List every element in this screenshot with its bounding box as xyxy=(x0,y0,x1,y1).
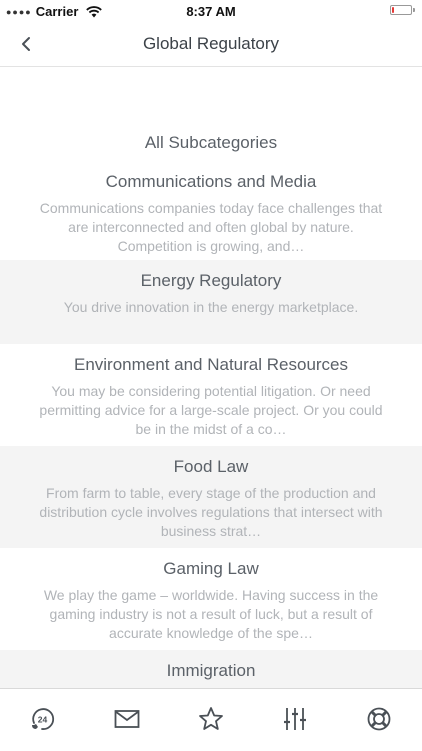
battery-icon xyxy=(390,5,415,15)
mail-icon xyxy=(114,710,140,728)
list-item-title: Gaming Law xyxy=(163,559,259,578)
sliders-icon xyxy=(284,708,306,730)
lifebuoy-icon xyxy=(367,707,391,731)
list-item-title: Immigration xyxy=(166,661,256,680)
list-item-title: Food Law xyxy=(173,457,249,476)
page-title: Global Regulatory xyxy=(142,34,280,53)
tab-mail[interactable] xyxy=(113,705,141,733)
navigation-bar: Global Regulatory xyxy=(0,22,422,67)
tab-bar: 24 xyxy=(0,688,422,751)
list-item-title: Energy Regulatory xyxy=(140,271,282,290)
list-item[interactable]: Environment and Natural Resources You ma… xyxy=(0,344,422,446)
status-bar: ●●●● Carrier 8:37 AM xyxy=(0,0,422,22)
phone-24-badge: 24 xyxy=(38,715,48,725)
list-item-description: You may be considering potential litigat… xyxy=(39,383,383,437)
list-item[interactable]: Communications and Media Communications … xyxy=(0,169,422,260)
list-item[interactable]: Immigration xyxy=(0,650,422,688)
list-item[interactable]: Energy Regulatory You drive innovation i… xyxy=(0,260,422,344)
tab-favorites[interactable] xyxy=(197,705,225,733)
status-time: 8:37 AM xyxy=(186,4,236,19)
phone-24-icon: 24 xyxy=(32,708,55,730)
list-item[interactable]: Gaming Law We play the game – worldwide.… xyxy=(0,548,422,650)
list-item-description: From farm to table, every stage of the p… xyxy=(39,485,383,539)
battery-fill xyxy=(392,7,394,13)
tab-phone-24[interactable]: 24 xyxy=(28,705,56,733)
subcategory-list[interactable]: All Subcategories Communications and Med… xyxy=(0,67,422,688)
tab-filters[interactable] xyxy=(281,705,309,733)
list-item-description: Communications companies today face chal… xyxy=(39,200,383,254)
list-item[interactable]: Food Law From farm to table, every stage… xyxy=(0,446,422,548)
list-item-description: You drive innovation in the energy marke… xyxy=(63,299,359,315)
tab-support[interactable] xyxy=(365,705,393,733)
list-item-title: Communications and Media xyxy=(105,172,317,191)
all-subcategories-link[interactable]: All Subcategories xyxy=(0,133,422,153)
list-item-title: Environment and Natural Resources xyxy=(73,355,349,374)
list-item-description: We play the game – worldwide. Having suc… xyxy=(43,587,379,641)
star-icon xyxy=(199,707,223,730)
